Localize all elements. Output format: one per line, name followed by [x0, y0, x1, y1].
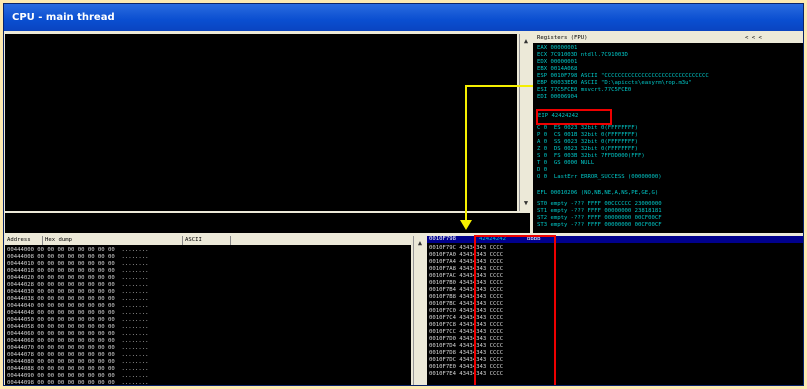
stack-values-highlight-box [474, 235, 556, 385]
register-line: ESI 77C5FCE0 msvcrt.77C5FCE0 [537, 87, 632, 93]
flag-line: D 0 [537, 167, 548, 173]
dump-row: 00444028 00 00 00 00 00 00 00 00 .......… [7, 282, 149, 288]
fpu-line: ST3 empty -??? FFFF 00000000 00CF00CF [537, 222, 662, 228]
fpu-line: ST1 empty -??? FFFF 00000000 23818181 [537, 208, 662, 214]
register-line: EDX 00000001 [537, 59, 578, 65]
fpu-line: ST0 empty -??? FFFF 00CCCCCC 23000000 [537, 201, 662, 207]
info-pane [5, 213, 530, 233]
dump-row: 00444098 00 00 00 00 00 00 00 00 .......… [7, 380, 149, 386]
flag-line: S 0 FS 003B 32bit 7FFDD000(FFF) [537, 153, 645, 159]
fpu-list: ST0 empty -??? FFFF 00CCCCCC 23000000 ST1… [537, 201, 662, 229]
flag-line: C 0 ES 0023 32bit 0(FFFFFFFF) [537, 125, 639, 131]
eip-highlight-box [536, 109, 612, 125]
scroll-up-icon[interactable]: ▲ [521, 36, 531, 46]
dump-row: 00444078 00 00 00 00 00 00 00 00 .......… [7, 352, 149, 358]
dump-row: 00444048 00 00 00 00 00 00 00 00 .......… [7, 310, 149, 316]
scroll-up-icon[interactable]: ▲ [415, 238, 425, 248]
dump-row: 00444050 00 00 00 00 00 00 00 00 .......… [7, 317, 149, 323]
flag-line: P 0 CS 001B 32bit 0(FFFFFFFF) [537, 132, 639, 138]
dump-col-hex[interactable]: Hex dump [43, 236, 183, 245]
flags-list: C 0 ES 0023 32bit 0(FFFFFFFF) P 0 CS 001B… [537, 125, 662, 181]
flag-line: O 0 LastErr ERROR_SUCCESS (00000000) [537, 174, 662, 180]
dump-row: 00444058 00 00 00 00 00 00 00 00 .......… [7, 324, 149, 330]
dump-row: 00444070 00 00 00 00 00 00 00 00 .......… [7, 345, 149, 351]
register-line: ECX 7C91003D ntdll.7C91003D [537, 52, 628, 58]
register-line: EAX 00000001 [537, 45, 578, 51]
arrow-head-icon [460, 220, 472, 230]
dump-row: 00444030 00 00 00 00 00 00 00 00 .......… [7, 289, 149, 295]
dump-row: 00444020 00 00 00 00 00 00 00 00 .......… [7, 275, 149, 281]
dump-col-ascii[interactable]: ASCII [183, 236, 231, 245]
dump-col-address[interactable]: Address [5, 236, 43, 245]
dump-scrollbar[interactable]: ▲ [413, 236, 426, 385]
flag-line: A 0 SS 0023 32bit 0(FFFFFFFF) [537, 139, 639, 145]
disassembly-scrollbar[interactable]: ▲ ▼ [519, 34, 532, 211]
cpu-window: CPU - main thread ▲ ▼ Registers (FPU) < … [3, 3, 804, 386]
scroll-down-icon[interactable]: ▼ [521, 198, 531, 208]
dump-row: 00444008 00 00 00 00 00 00 00 00 .......… [7, 254, 149, 260]
window-title: CPU - main thread [4, 4, 803, 31]
dump-row: 00444088 00 00 00 00 00 00 00 00 .......… [7, 366, 149, 372]
disassembly-pane[interactable] [5, 34, 517, 211]
registers-nav-arrows[interactable]: < < < [743, 34, 803, 43]
register-line: EDI 00006904 [537, 94, 578, 100]
register-line: ESP 0010F798 ASCII "CCCCCCCCCCCCCCCCCCCC… [537, 73, 709, 79]
stack-top-address: 0010F798 [429, 236, 456, 242]
register-list: EAX 00000001 ECX 7C91003D ntdll.7C91003D E… [537, 45, 709, 101]
dump-header: Address Hex dump ASCII [5, 236, 411, 245]
dump-row: 00444060 00 00 00 00 00 00 00 00 .......… [7, 331, 149, 337]
dump-row: 00444038 00 00 00 00 00 00 00 00 .......… [7, 296, 149, 302]
registers-pane[interactable]: Registers (FPU) < < < EAX 00000001 ECX 7C… [533, 34, 803, 233]
register-line: EBP 00033ED0 ASCII "D:\apiccts\easyrm\ro… [537, 80, 692, 86]
dump-row: 00444080 00 00 00 00 00 00 00 00 .......… [7, 359, 149, 365]
dump-row: 00444000 00 00 00 00 00 00 00 00 .......… [7, 247, 149, 253]
dump-row: 00444090 00 00 00 00 00 00 00 00 .......… [7, 373, 149, 379]
flag-line: Z 0 DS 0023 32bit 0(FFFFFFFF) [537, 146, 639, 152]
dump-row: 00444068 00 00 00 00 00 00 00 00 .......… [7, 338, 149, 344]
efl-register: EFL 00010206 (NO,NB,NE,A,NS,PE,GE,G) [537, 190, 659, 196]
dump-pane[interactable]: Address Hex dump ASCII 00444000 00 00 00… [5, 236, 411, 386]
flag-line: T 0 GS 0000 NULL [537, 160, 595, 166]
arrow-vertical [465, 85, 467, 222]
dump-rows: 00444000 00 00 00 00 00 00 00 00 .......… [7, 247, 149, 386]
dump-row: 00444010 00 00 00 00 00 00 00 00 .......… [7, 261, 149, 267]
dump-row: 00444040 00 00 00 00 00 00 00 00 .......… [7, 303, 149, 309]
arrow-horizontal [465, 85, 533, 87]
fpu-line: ST2 empty -??? FFFF 00000000 00CF00CF [537, 215, 662, 221]
registers-title: Registers (FPU) [537, 35, 588, 41]
register-line: EBX 0014A068 [537, 66, 578, 72]
dump-row: 00444018 00 00 00 00 00 00 00 00 .......… [7, 268, 149, 274]
registers-header: Registers (FPU) < < < [533, 34, 803, 43]
